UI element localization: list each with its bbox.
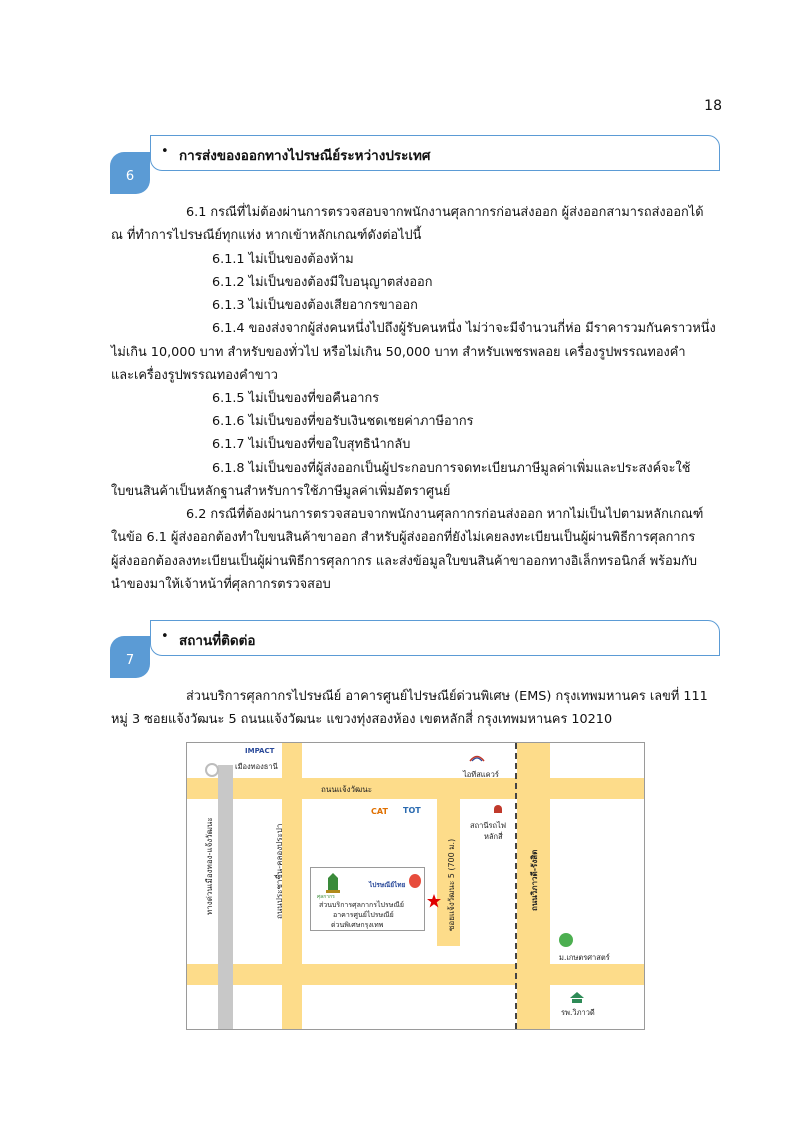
cat-logo: CAT (371, 807, 388, 816)
address-line: หมู่ 3 ซอยแจ้งวัฒนะ 5 ถนนแจ้งวัฒนะ แขวงท… (111, 712, 613, 727)
landmark-label: รพ.วิภาวดี (561, 1008, 595, 1017)
landmark-label: เมืองทองธานี (235, 762, 278, 771)
paragraph-line: นำของมาให้เจ้าหน้าที่ศุลกากรตรวจสอบ (111, 577, 331, 592)
hospital-logo-icon (570, 989, 584, 1003)
it-square-logo (469, 747, 485, 762)
impact-logo: IMPACT (245, 747, 275, 755)
list-item: 6.1.3 ไม่เป็นของต้องเสียอากรขาออก (212, 298, 418, 313)
paragraph-line: 6.1 กรณีที่ไม่ต้องผ่านการตรวจสอบจากพนักง… (186, 205, 704, 220)
office-label: ด่วนพิเศษกรุงเทพ (331, 921, 384, 929)
section-header-banner: • สถานที่ติดต่อ (150, 620, 720, 656)
landmark-label: ม.เกษตรศาสตร์ (559, 953, 610, 962)
mascot-icon (409, 874, 421, 888)
list-item: 6.1.1 ไม่เป็นของต้องห้าม (212, 252, 354, 267)
road-label: ถนนประชาชื่น-คลองประปา (275, 823, 284, 919)
bullet: • (161, 144, 169, 159)
section-number-badge: 6 (110, 152, 150, 194)
list-item: 6.1.6 ไม่เป็นของที่ขอรับเงินชดเชยค่าภาษี… (212, 414, 474, 429)
landmark-label: หลักสี่ (484, 832, 503, 841)
paragraph-line: และเครื่องรูปพรรณทองคำขาว (111, 368, 278, 383)
road-label: ถนนแจ้งวัฒนะ (321, 785, 373, 794)
interchange-circle (205, 763, 219, 777)
list-item: 6.1.4 ของส่งจากผู้ส่งคนหนึ่งไปถึงผู้รับค… (212, 321, 716, 336)
section-number-badge: 7 (110, 636, 150, 678)
list-item: 6.1.7 ไม่เป็นของที่ขอใบสุทธินำกลับ (212, 437, 411, 452)
paragraph-line: ใบขนสินค้าเป็นหลักฐานสำหรับการใช้ภาษีมูล… (111, 484, 451, 499)
location-marker-icon (427, 893, 441, 908)
bullet: • (161, 629, 169, 644)
section-title: สถานที่ติดต่อ (179, 633, 256, 649)
road-label: ถนนวิภาวดี-รังสิต (530, 849, 539, 911)
paragraph-line: ณ ที่ทำการไปรษณีย์ทุกแห่ง หากเข้าหลักเกณ… (111, 228, 422, 243)
road-label: ทางด่วนเมืองทอง-แจ้งวัฒนะ (205, 817, 214, 915)
section-header-banner: • การส่งของออกทางไปรษณีย์ระหว่างประเทศ (150, 135, 720, 171)
office-box: ศุลกากร ไปรษณีย์ไทย ส่วนบริการศุลกากรไปร… (310, 867, 425, 931)
thaipost-logo: ไปรษณีย์ไทย (369, 881, 406, 889)
list-item: 6.1.5 ไม่เป็นของที่ขอคืนอากร (212, 391, 380, 406)
railway-line (515, 743, 517, 1029)
paragraph-line: ไม่เกิน 10,000 บาท สำหรับของทั่วไป หรือไ… (111, 345, 686, 360)
kasetsart-logo-icon (559, 933, 573, 947)
paragraph-line: ในข้อ 6.1 ผู้ส่งออกต้องทำใบขนสินค้าขาออก… (111, 530, 696, 545)
list-item: 6.1.8 ไม่เป็นของที่ผู้ส่งออกเป็นผู้ประกอ… (212, 461, 691, 476)
road-label: ซอยแจ้งวัฒนะ 5 (700 ม.) (447, 838, 456, 931)
road-chaeng-wattana (187, 778, 644, 799)
location-map: IMPACT เมืองทองธานี ไอทีสแควร์ ถนนแจ้งวั… (186, 742, 645, 1030)
tot-logo: TOT (403, 806, 421, 815)
landmark-label: ไอทีสแควร์ (463, 770, 499, 779)
expressway (218, 765, 233, 1029)
paragraph-line: 6.2 กรณีที่ต้องผ่านการตรวจสอบจากพนักงานศ… (186, 507, 704, 522)
address-line: ส่วนบริการศุลกากรไปรษณีย์ อาคารศูนย์ไปรษ… (186, 689, 708, 704)
customs-emblem-icon (323, 872, 343, 894)
paragraph-line: ผู้ส่งออกต้องลงทะเบียนเป็นผู้ผ่านพิธีการ… (111, 554, 698, 569)
train-icon (494, 805, 502, 813)
page-number: 18 (704, 98, 722, 114)
road-bottom (187, 964, 644, 985)
section-title: การส่งของออกทางไปรษณีย์ระหว่างประเทศ (179, 148, 431, 164)
list-item: 6.1.2 ไม่เป็นของต้องมีใบอนุญาตส่งออก (212, 275, 433, 290)
